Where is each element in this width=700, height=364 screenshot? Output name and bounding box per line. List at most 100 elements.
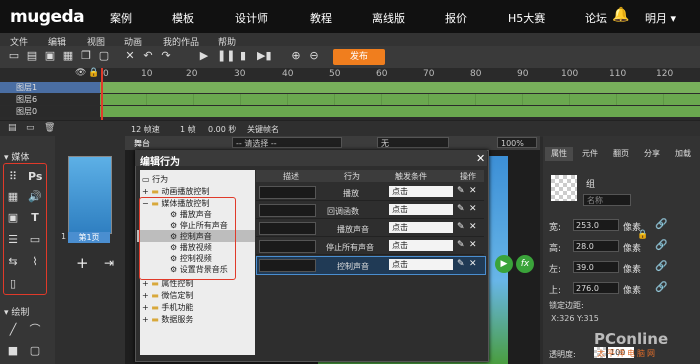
publish-button[interactable]: 发布 xyxy=(333,49,385,65)
description-input[interactable] xyxy=(259,222,316,235)
undo-icon[interactable]: ↶ xyxy=(142,50,154,62)
eye-icon[interactable]: 👁 xyxy=(75,68,86,78)
tree-root[interactable]: ▭ 行为 xyxy=(142,174,168,185)
add-layer-icon[interactable]: ▤ xyxy=(8,123,17,133)
height-input[interactable]: 28.0 xyxy=(573,240,619,252)
add-page-icon[interactable]: + xyxy=(76,254,89,272)
bell-icon[interactable]: 🔔 xyxy=(612,7,629,23)
delete-row-icon[interactable]: ✕ xyxy=(469,186,477,196)
page-label[interactable]: 第1页 xyxy=(68,232,110,243)
rectangle-icon[interactable]: ■ xyxy=(6,344,20,358)
link-icon[interactable]: 🔗 xyxy=(655,219,667,230)
preview-icon[interactable]: ▦ xyxy=(62,50,74,62)
width-label: 宽: xyxy=(549,223,562,233)
pause-icon[interactable]: ❚❚ xyxy=(217,50,235,62)
rounded-rect-icon[interactable]: ▢ xyxy=(28,344,42,358)
width-input[interactable]: 253.0 xyxy=(573,219,619,231)
trigger-select[interactable]: 点击 xyxy=(389,240,453,251)
layer-track[interactable] xyxy=(100,106,700,117)
top-input[interactable]: 276.0 xyxy=(573,282,619,294)
redo-icon[interactable]: ↷ xyxy=(160,50,172,62)
trigger-select[interactable]: 点击 xyxy=(389,222,453,233)
tab-loading[interactable]: 加载 xyxy=(669,147,697,161)
trigger-select[interactable]: 点击 xyxy=(389,204,453,215)
nav-item-forum[interactable]: 论坛 xyxy=(585,10,607,26)
delete-row-icon[interactable]: ✕ xyxy=(469,222,477,232)
play-icon[interactable]: ▶ xyxy=(198,50,210,62)
col-trigger: 触发条件 xyxy=(395,172,427,181)
save-icon[interactable]: ▣ xyxy=(44,50,56,62)
left-input[interactable]: 39.0 xyxy=(573,261,619,273)
layer-row[interactable]: 图层1 xyxy=(0,82,100,93)
nav-item-h5-contest[interactable]: H5大赛 xyxy=(508,10,545,26)
new-file-icon[interactable]: ▭ xyxy=(8,50,20,62)
tab-symbols[interactable]: 元件 xyxy=(576,147,604,161)
tab-page-turn[interactable]: 翻页 xyxy=(607,147,635,161)
zoom-out-icon[interactable]: ⊖ xyxy=(308,50,320,62)
close-icon[interactable]: ✕ xyxy=(476,152,485,165)
nav-item-offline[interactable]: 离线版 xyxy=(372,10,405,26)
copy-icon[interactable]: ❐ xyxy=(80,50,92,62)
open-folder-icon[interactable]: ▤ xyxy=(26,50,38,62)
line-icon[interactable]: ╱ xyxy=(6,323,20,337)
user-menu[interactable]: 明月 ▾ xyxy=(645,10,676,26)
stop-icon[interactable]: ▮ xyxy=(237,50,249,62)
edit-icon[interactable]: ✎ xyxy=(457,204,465,214)
page-thumbnail[interactable] xyxy=(68,156,112,234)
trigger-select[interactable]: 点击 xyxy=(389,186,453,197)
tree-item[interactable]: + ▬ 动画播放控制 xyxy=(142,186,209,197)
step-forward-icon[interactable]: ▶▮ xyxy=(257,50,272,62)
edit-icon[interactable]: ✎ xyxy=(457,186,465,196)
delete-row-icon[interactable]: ✕ xyxy=(469,259,477,269)
zoom-select[interactable]: 100% xyxy=(497,137,537,148)
scene-select[interactable]: -- 请选择 -- xyxy=(232,137,342,148)
layer-row[interactable]: 图层0 xyxy=(0,106,100,117)
lock-icon[interactable]: 🔒 xyxy=(88,68,99,78)
tab-share[interactable]: 分享 xyxy=(638,147,666,161)
tree-item[interactable]: + ▬ 数据服务 xyxy=(142,314,193,325)
link-icon[interactable]: 🔗 xyxy=(655,282,667,293)
edit-icon[interactable]: ✎ xyxy=(457,222,465,232)
link-icon[interactable]: 🔗 xyxy=(655,240,667,251)
layer-track[interactable] xyxy=(100,82,700,93)
aspect-lock-icon[interactable]: 🔒 xyxy=(637,230,648,240)
export-page-icon[interactable]: ⇥ xyxy=(104,256,114,270)
paste-icon[interactable]: ▢ xyxy=(98,50,110,62)
brand-logo[interactable]: mugeda xyxy=(10,7,85,27)
edit-icon[interactable]: ✎ xyxy=(457,240,465,250)
folder-icon[interactable]: ▭ xyxy=(26,123,35,133)
edit-icon[interactable]: ✎ xyxy=(457,259,465,269)
ruler-tick: 60 xyxy=(376,69,388,79)
device-select[interactable]: 无 xyxy=(377,137,449,148)
delete-row-icon[interactable]: ✕ xyxy=(469,204,477,214)
zoom-in-icon[interactable]: ⊕ xyxy=(290,50,302,62)
nav-item-pricing[interactable]: 报价 xyxy=(445,10,467,26)
row-action: 回调函数 xyxy=(327,207,359,216)
function-icon[interactable]: fx xyxy=(516,255,534,273)
tree-item[interactable]: + ▬ 微信定制 xyxy=(142,290,193,301)
nav-item-templates[interactable]: 模板 xyxy=(172,10,194,26)
tree-item[interactable]: + ▬ 手机功能 xyxy=(142,302,193,313)
row-action: 控制声音 xyxy=(337,262,369,271)
playhead[interactable] xyxy=(101,68,103,120)
object-type-label: 组 xyxy=(586,180,596,190)
description-input[interactable] xyxy=(259,240,316,253)
play-preview-icon[interactable]: ▶ xyxy=(495,255,513,273)
link-icon[interactable]: 🔗 xyxy=(655,261,667,272)
tab-properties[interactable]: 属性 xyxy=(545,147,573,161)
delete-icon[interactable]: ✕ xyxy=(124,50,136,62)
ruler-tick: 20 xyxy=(186,69,198,79)
curve-icon[interactable]: ⌒ xyxy=(28,323,42,337)
delete-row-icon[interactable]: ✕ xyxy=(469,240,477,250)
top-unit: 像素 xyxy=(623,286,642,296)
layer-row[interactable]: 图层6 xyxy=(0,94,100,105)
object-name-input[interactable]: 名称 xyxy=(583,194,631,206)
nav-item-tutorials[interactable]: 教程 xyxy=(310,10,332,26)
trigger-select[interactable]: 点击 xyxy=(389,259,453,270)
stage-tab[interactable]: 舞台 xyxy=(134,138,150,149)
nav-item-cases[interactable]: 案例 xyxy=(110,10,132,26)
nav-item-designers[interactable]: 设计师 xyxy=(235,10,268,26)
description-input[interactable] xyxy=(259,259,316,272)
trash-icon[interactable]: 🗑 xyxy=(44,123,55,133)
layer-track[interactable] xyxy=(100,94,700,105)
